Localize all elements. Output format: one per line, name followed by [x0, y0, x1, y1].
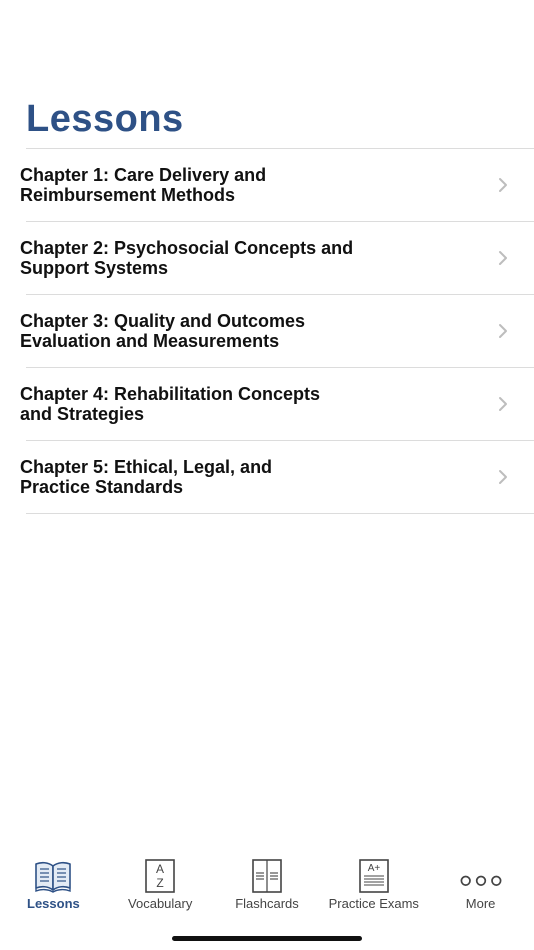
- lesson-row-chapter-1[interactable]: Chapter 1: Care Delivery and Reimburseme…: [20, 149, 534, 222]
- lesson-title: Chapter 1: Care Delivery and Reimburseme…: [20, 165, 267, 205]
- lesson-row-chapter-2[interactable]: Chapter 2: Psychosocial Concepts and Sup…: [20, 222, 534, 295]
- az-icon: A Z: [138, 858, 182, 894]
- tab-practice-exams[interactable]: A+ Practice Exams: [320, 858, 427, 918]
- svg-text:A+: A+: [368, 863, 381, 874]
- chevron-right-icon: [499, 397, 507, 411]
- chevron-right-icon: [499, 251, 507, 265]
- lesson-title: Chapter 4: Rehabilitation Concepts and S…: [20, 384, 321, 424]
- svg-text:A: A: [156, 862, 164, 876]
- svg-text:Z: Z: [157, 876, 164, 890]
- tab-lessons[interactable]: Lessons: [0, 858, 107, 918]
- tab-vocabulary[interactable]: A Z Vocabulary: [107, 858, 214, 918]
- tab-label: Lessons: [27, 896, 80, 911]
- more-icon: [459, 858, 503, 894]
- tab-label: Flashcards: [235, 896, 299, 911]
- lessons-list: Chapter 1: Care Delivery and Reimburseme…: [0, 148, 534, 514]
- tab-label: More: [465, 896, 496, 911]
- book-icon: [31, 858, 75, 894]
- lesson-row-chapter-3[interactable]: Chapter 3: Quality and Outcomes Evaluati…: [20, 295, 534, 368]
- chevron-right-icon: [499, 470, 507, 484]
- lesson-title: Chapter 5: Ethical, Legal, and Practice …: [20, 457, 273, 497]
- flashcards-icon: [245, 858, 289, 894]
- tab-more[interactable]: More: [427, 858, 534, 918]
- chevron-right-icon: [499, 324, 507, 338]
- tab-bar: Lessons A Z Vocabulary Flashcards A+ Pra…: [0, 858, 534, 918]
- lesson-title: Chapter 3: Quality and Outcomes Evaluati…: [20, 311, 306, 351]
- lesson-title: Chapter 2: Psychosocial Concepts and Sup…: [20, 238, 354, 278]
- exam-icon: A+: [352, 858, 396, 894]
- home-indicator[interactable]: [172, 936, 362, 941]
- chevron-right-icon: [499, 178, 507, 192]
- tab-flashcards[interactable]: Flashcards: [214, 858, 321, 918]
- lesson-row-chapter-5[interactable]: Chapter 5: Ethical, Legal, and Practice …: [20, 441, 534, 514]
- page-title: Lessons: [26, 98, 184, 140]
- tab-label: Vocabulary: [128, 896, 193, 911]
- lesson-row-chapter-4[interactable]: Chapter 4: Rehabilitation Concepts and S…: [20, 368, 534, 441]
- tab-label: Practice Exams: [328, 896, 419, 911]
